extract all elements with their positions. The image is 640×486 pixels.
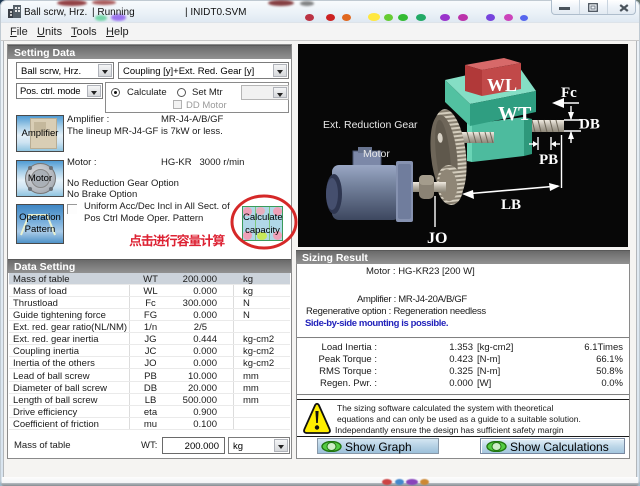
- svg-text:JO: JO: [427, 230, 447, 247]
- svg-text:PB: PB: [539, 152, 558, 168]
- svg-text:DB: DB: [579, 117, 600, 133]
- svg-text:Ext. Reduction Gear: Ext. Reduction Gear: [323, 119, 418, 131]
- svg-text:Motor: Motor: [363, 148, 390, 160]
- svg-text:WT: WT: [498, 103, 532, 125]
- svg-text:WL: WL: [487, 75, 517, 95]
- svg-text:LB: LB: [501, 197, 521, 213]
- svg-text:Fc: Fc: [561, 85, 577, 101]
